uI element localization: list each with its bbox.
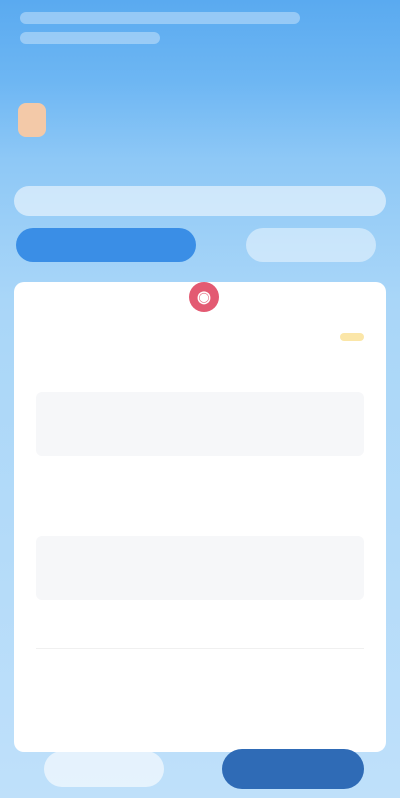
primary-button[interactable] <box>222 749 364 789</box>
info-box <box>36 536 364 600</box>
card-row <box>36 657 364 685</box>
card-row <box>36 468 364 496</box>
brand-logo-icon: ◉ <box>189 282 219 312</box>
divider <box>36 648 364 649</box>
tab-bar <box>16 228 384 262</box>
tab-active[interactable] <box>16 228 196 262</box>
brand-badge <box>18 103 46 137</box>
order-card[interactable]: ◉ <box>14 282 386 752</box>
header-brand <box>18 100 46 140</box>
tab-inactive[interactable] <box>246 228 376 262</box>
status-badge <box>340 333 364 341</box>
notice-bar[interactable] <box>14 186 386 216</box>
info-box <box>36 392 364 456</box>
card-row <box>36 496 364 524</box>
status-bar-text <box>20 12 300 24</box>
status-bar-subtext <box>20 32 160 44</box>
card-logo: ◉ <box>184 282 224 312</box>
card-row <box>36 612 364 640</box>
status-bar <box>0 0 400 60</box>
card-row <box>36 352 364 380</box>
bottom-action-bar <box>0 740 400 798</box>
secondary-button[interactable] <box>44 751 164 787</box>
card-header <box>36 322 364 352</box>
